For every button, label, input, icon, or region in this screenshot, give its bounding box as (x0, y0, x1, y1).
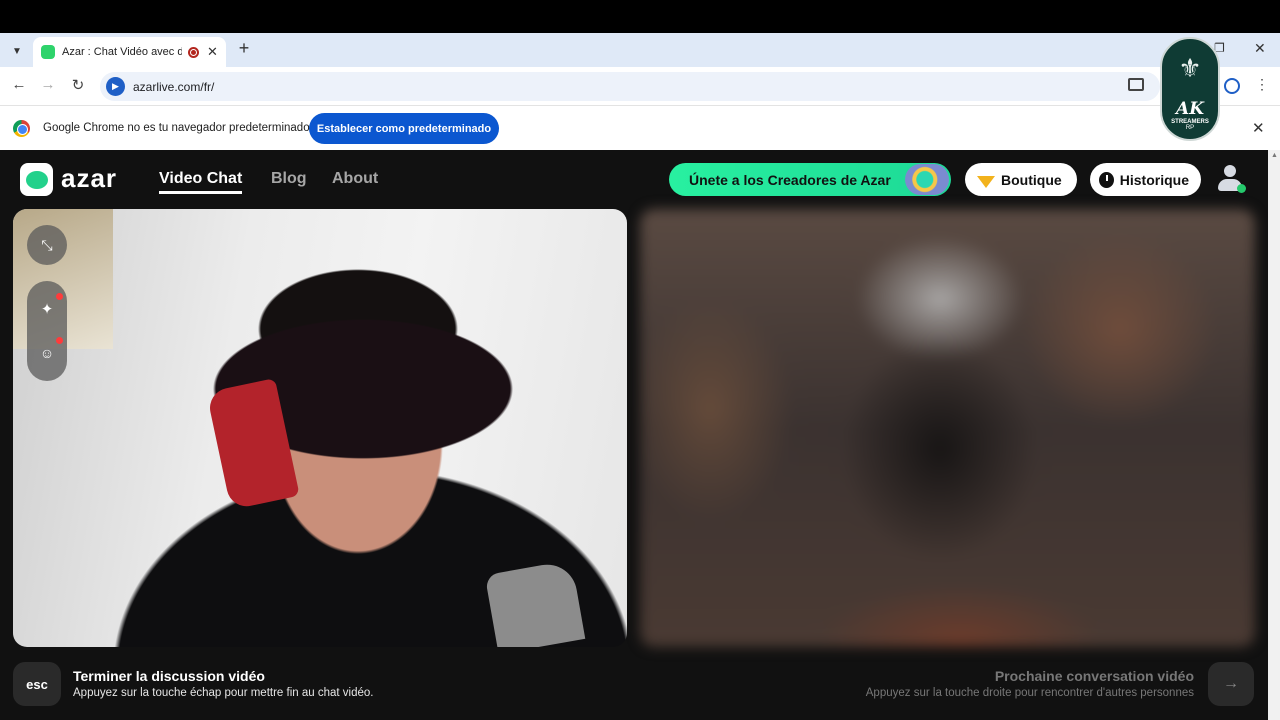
scroll-up-icon[interactable]: ▲ (1271, 152, 1278, 159)
azar-favicon-icon (41, 45, 55, 59)
video-effects-group: ✦ ☺ (27, 281, 67, 381)
sticker-notification-dot (56, 337, 63, 344)
reload-icon[interactable]: ↻ (68, 76, 88, 94)
watermark-main: AK (1176, 99, 1204, 119)
minimize-video-icon[interactable]: ⤡ (27, 225, 67, 265)
boutique-button[interactable]: Boutique (965, 163, 1077, 196)
chrome-menu-icon[interactable]: ⋮ (1255, 76, 1269, 93)
chrome-logo-icon (13, 120, 30, 137)
recording-icon (188, 46, 199, 58)
online-badge (1237, 184, 1246, 193)
creators-button[interactable]: Únete a los Creadores de Azar (669, 163, 951, 196)
url-text: azarlive.com/fr/ (133, 79, 215, 94)
next-arrow-button[interactable]: → (1208, 662, 1254, 706)
streamer-watermark: ⚜ AK STREAMERS RP (1160, 37, 1220, 141)
azar-page: azar Video Chat Blog About Únete a los C… (0, 150, 1268, 720)
watermark-sub2: RP (1185, 125, 1195, 131)
window-close-icon[interactable]: ✕ (1254, 40, 1266, 57)
nav-blog[interactable]: Blog (271, 170, 307, 188)
address-bar[interactable]: ▶ azarlive.com/fr/ (100, 72, 1160, 101)
set-default-button[interactable]: Establecer como predeterminado (309, 113, 499, 144)
user-avatar[interactable] (1215, 163, 1246, 195)
gaming-chair (206, 378, 300, 510)
install-app-icon[interactable] (1128, 78, 1144, 91)
end-chat-hint: Appuyez sur la touche échap pour mettre … (73, 687, 374, 699)
creators-illustration-icon (905, 164, 949, 195)
history-button[interactable]: Historique (1090, 163, 1201, 196)
esc-key-button[interactable]: esc (13, 662, 61, 706)
end-chat-title: Terminer la discussion vidéo (73, 668, 265, 684)
new-tab-button[interactable]: + (234, 38, 254, 59)
boutique-label: Boutique (1001, 171, 1062, 188)
default-browser-infobar: Google Chrome no es tu navegador predete… (0, 105, 1280, 150)
history-label: Historique (1119, 171, 1189, 188)
next-chat-title: Prochaine conversation vidéo (994, 668, 1194, 684)
next-chat-hint: Appuyez sur la touche droite pour rencon… (865, 687, 1194, 699)
browser-tab[interactable]: Azar : Chat Vidéo avec de n ✕ (33, 37, 226, 67)
infobar-message: Google Chrome no es tu navegador predete… (43, 122, 310, 134)
clock-icon (1099, 171, 1114, 188)
screen-top-bar (0, 0, 1280, 33)
avatar-head (1224, 165, 1236, 177)
diamond-icon (977, 175, 995, 188)
back-icon[interactable]: ← (9, 76, 29, 93)
nav-video-chat[interactable]: Video Chat (159, 170, 243, 194)
forward-icon[interactable]: → (38, 76, 58, 93)
remote-video-blurred (640, 209, 1255, 647)
tab-search-icon[interactable]: ▼ (6, 41, 28, 61)
microphone (484, 559, 586, 647)
effects-notification-dot (56, 293, 63, 300)
profile-icon[interactable] (1224, 78, 1240, 94)
tab-title: Azar : Chat Vidéo avec de n (62, 46, 182, 58)
page-scrollbar[interactable]: ▲ (1268, 150, 1280, 720)
tab-close-icon[interactable]: ✕ (207, 44, 218, 60)
phoenix-icon: ⚜ (1178, 53, 1202, 83)
creators-label: Únete a los Creadores de Azar (689, 171, 891, 188)
nav-about[interactable]: About (332, 170, 378, 188)
local-video (13, 209, 627, 647)
site-info-icon[interactable]: ▶ (106, 77, 125, 96)
chrome-toolbar: ← → ↻ ▶ azarlive.com/fr/ ⋮ (0, 67, 1280, 105)
chrome-tab-strip: ▼ Azar : Chat Vidéo avec de n ✕ + ❐ ✕ (0, 33, 1280, 67)
infobar-close-icon[interactable]: ✕ (1252, 119, 1265, 137)
azar-logo-icon[interactable] (20, 163, 53, 196)
azar-logo-text[interactable]: azar (61, 163, 117, 194)
